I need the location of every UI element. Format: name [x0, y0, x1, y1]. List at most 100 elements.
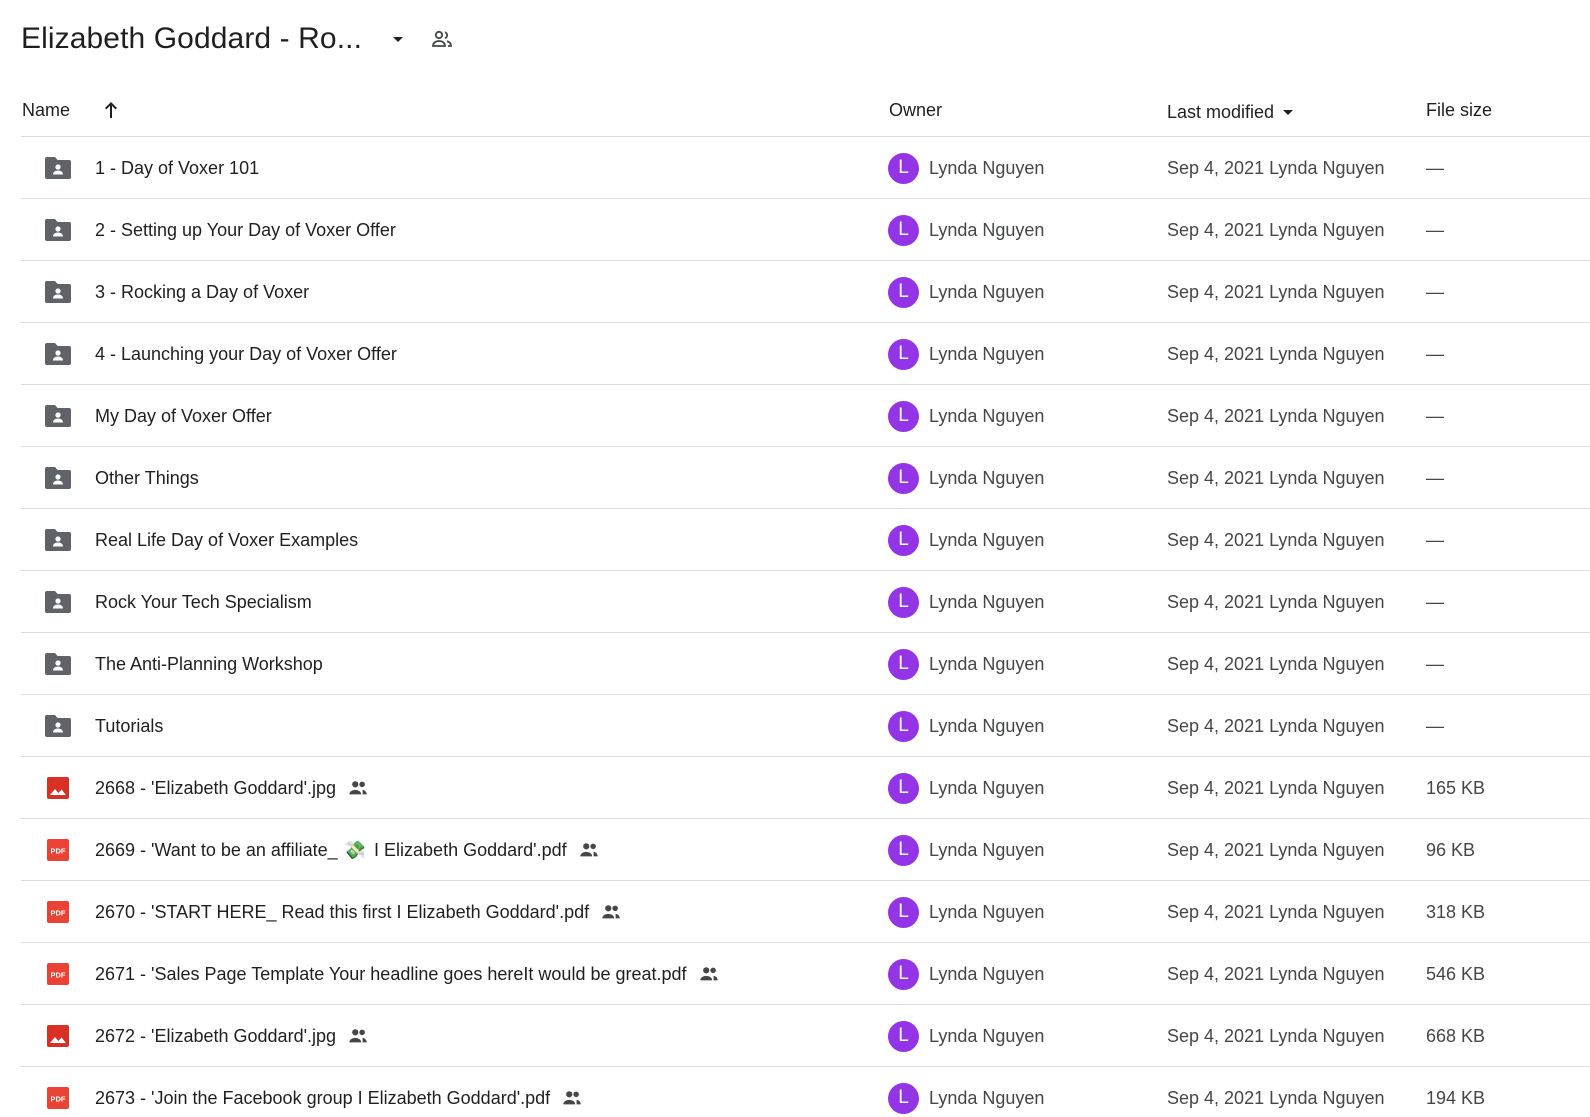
file-name-text: Other Things — [95, 467, 199, 488]
file-name[interactable]: Rock Your Tech Specialism — [95, 571, 312, 633]
table-row[interactable]: PDF 2669 - 'Want to be an affiliate_ 💸 I El… — [21, 819, 1590, 881]
file-name[interactable]: 2670 - 'START HERE_ Read this first I El… — [95, 881, 623, 943]
avatar[interactable]: L — [888, 152, 919, 184]
avatar[interactable]: L — [888, 214, 919, 246]
file-name[interactable]: My Day of Voxer Offer — [95, 385, 272, 447]
file-name[interactable]: 3 - Rocking a Day of Voxer — [95, 261, 309, 323]
table-row[interactable]: Other Things L Lynda Nguyen Sep 4, 2021 Lyn… — [21, 447, 1590, 509]
table-row[interactable]: 2668 - 'Elizabeth Goddard'.jpg L Lynda Ngu… — [21, 757, 1590, 819]
owner: L Lynda Nguyen — [888, 323, 1044, 385]
column-owner[interactable]: Owner — [889, 100, 942, 121]
column-last-modified[interactable]: Last modified — [1167, 100, 1300, 124]
table-row[interactable]: 4 - Launching your Day of Voxer Offer L Ly… — [21, 323, 1590, 385]
shared-folder-icon — [45, 280, 71, 304]
folder-title[interactable]: Elizabeth Goddard - Ro... — [21, 22, 362, 56]
file-name-text: 2670 - 'START HERE_ Read this first I El… — [95, 901, 590, 922]
avatar[interactable]: L — [888, 710, 919, 742]
owner: L Lynda Nguyen — [888, 695, 1044, 757]
file-size: — — [1426, 591, 1444, 612]
file-name[interactable]: 4 - Launching your Day of Voxer Offer — [95, 323, 397, 385]
table-row[interactable]: 1 - Day of Voxer 101 L Lynda Nguyen Sep 4, … — [21, 137, 1590, 199]
image-file-icon — [45, 776, 71, 800]
avatar[interactable]: L — [888, 1020, 919, 1052]
owner: L Lynda Nguyen — [888, 571, 1044, 633]
table-row[interactable]: Rock Your Tech Specialism L Lynda Nguyen Se… — [21, 571, 1590, 633]
column-name[interactable]: Name — [22, 100, 70, 121]
avatar[interactable]: L — [888, 586, 919, 618]
file-name-text: 2671 - 'Sales Page Template Your headlin… — [95, 963, 687, 984]
file-name[interactable]: 2669 - 'Want to be an affiliate_ 💸 I Eliza… — [95, 819, 601, 881]
owner: L Lynda Nguyen — [888, 385, 1044, 447]
file-name[interactable]: Real Life Day of Voxer Examples — [95, 509, 358, 571]
column-file-size[interactable]: File size — [1426, 100, 1492, 121]
table-row[interactable]: The Anti-Planning Workshop L Lynda Nguyen S… — [21, 633, 1590, 695]
last-modified: Sep 4, 2021 Lynda Nguyen — [1167, 963, 1385, 984]
file-name[interactable]: 2672 - 'Elizabeth Goddard'.jpg — [95, 1005, 370, 1067]
file-name[interactable]: 2 - Setting up Your Day of Voxer Offer — [95, 199, 396, 261]
file-size: — — [1426, 219, 1444, 240]
people-outline-icon[interactable] — [424, 21, 460, 57]
image-file-icon — [45, 1024, 71, 1048]
avatar[interactable]: L — [888, 834, 919, 866]
file-name-text: Real Life Day of Voxer Examples — [95, 529, 359, 550]
avatar[interactable]: L — [888, 648, 919, 680]
avatar[interactable]: L — [888, 462, 919, 494]
file-name[interactable]: The Anti-Planning Workshop — [95, 633, 323, 695]
money-emoji: 💸 — [343, 839, 367, 860]
owner: L Lynda Nguyen — [888, 943, 1044, 1005]
arrow-drop-down-icon[interactable] — [380, 21, 416, 57]
shared-folder-icon — [45, 590, 71, 614]
file-name-text: 3 - Rocking a Day of Voxer — [95, 281, 310, 302]
last-modified: Sep 4, 2021 Lynda Nguyen — [1167, 529, 1385, 550]
table-row[interactable]: 2 - Setting up Your Day of Voxer Offer L L… — [21, 199, 1590, 261]
last-modified: Sep 4, 2021 Lynda Nguyen — [1167, 901, 1385, 922]
owner: L Lynda Nguyen — [888, 509, 1044, 571]
file-name[interactable]: 2668 - 'Elizabeth Goddard'.jpg — [95, 757, 370, 819]
avatar[interactable]: L — [888, 958, 919, 990]
file-name[interactable]: Other Things — [95, 447, 199, 509]
file-size: — — [1426, 343, 1444, 364]
file-size: — — [1426, 157, 1444, 178]
file-name-text: Rock Your Tech Specialism — [95, 591, 312, 612]
owner: L Lynda Nguyen — [888, 633, 1044, 695]
file-size: — — [1426, 405, 1444, 426]
avatar[interactable]: L — [888, 1082, 919, 1114]
last-modified: Sep 4, 2021 Lynda Nguyen — [1167, 467, 1385, 488]
file-list: 1 - Day of Voxer 101 L Lynda Nguyen Sep 4, … — [21, 137, 1590, 1117]
table-row[interactable]: PDF 2670 - 'START HERE_ Read this first I… — [21, 881, 1590, 943]
table-row[interactable]: My Day of Voxer Offer L Lynda Nguyen Sep 4,… — [21, 385, 1590, 447]
avatar[interactable]: L — [888, 400, 919, 432]
shared-folder-icon — [45, 404, 71, 428]
owner: L Lynda Nguyen — [888, 199, 1044, 261]
avatar[interactable]: L — [888, 524, 919, 556]
table-row[interactable]: PDF 2671 - 'Sales Page Template Your head… — [21, 943, 1590, 1005]
owner-name: Lynda Nguyen — [929, 653, 1045, 674]
avatar[interactable]: L — [888, 338, 919, 370]
table-row[interactable]: 2672 - 'Elizabeth Goddard'.jpg L Lynda Ngu… — [21, 1005, 1590, 1067]
owner-name: Lynda Nguyen — [929, 1087, 1045, 1108]
last-modified: Sep 4, 2021 Lynda Nguyen — [1167, 343, 1385, 364]
table-row[interactable]: 3 - Rocking a Day of Voxer L Lynda Nguyen S… — [21, 261, 1590, 323]
file-name[interactable]: 1 - Day of Voxer 101 — [95, 137, 259, 199]
file-size: 668 KB — [1426, 1025, 1486, 1046]
owner-name: Lynda Nguyen — [929, 343, 1045, 364]
people-icon — [599, 900, 623, 924]
file-name[interactable]: Tutorials — [95, 695, 163, 757]
shared-folder-icon — [45, 528, 71, 552]
pdf-file-icon: PDF — [45, 962, 71, 986]
owner-name: Lynda Nguyen — [929, 1025, 1045, 1046]
file-name[interactable]: 2673 - 'Join the Facebook group I Elizab… — [95, 1067, 584, 1117]
shared-folder-icon — [45, 218, 71, 242]
avatar[interactable]: L — [888, 772, 919, 804]
table-row[interactable]: Tutorials L Lynda Nguyen Sep 4, 2021 Lynda … — [21, 695, 1590, 757]
avatar[interactable]: L — [888, 276, 919, 308]
table-row[interactable]: PDF 2673 - 'Join the Facebook group I Eli… — [21, 1067, 1590, 1117]
arrow-upward-icon[interactable] — [99, 98, 123, 122]
people-icon — [697, 962, 721, 986]
last-modified: Sep 4, 2021 Lynda Nguyen — [1167, 715, 1385, 736]
last-modified: Sep 4, 2021 Lynda Nguyen — [1167, 839, 1385, 860]
file-name[interactable]: 2671 - 'Sales Page Template Your headlin… — [95, 943, 721, 1005]
last-modified: Sep 4, 2021 Lynda Nguyen — [1167, 777, 1385, 798]
table-row[interactable]: Real Life Day of Voxer Examples L Lynda Ng… — [21, 509, 1590, 571]
avatar[interactable]: L — [888, 896, 919, 928]
